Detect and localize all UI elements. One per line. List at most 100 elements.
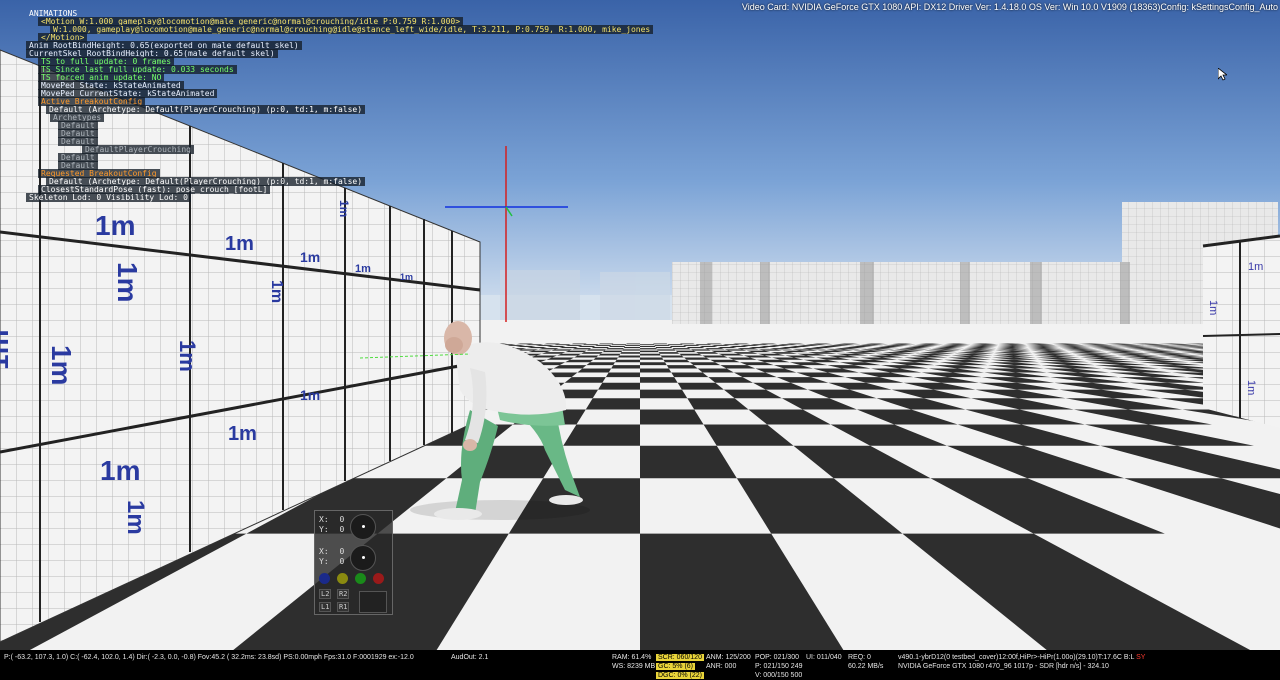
wall-measure-label: 1m bbox=[1207, 300, 1219, 315]
floor-tile bbox=[598, 353, 621, 356]
audio-out-readout: AudOut: 2.1 bbox=[451, 654, 489, 661]
floor-tile bbox=[695, 352, 719, 354]
floor-tile bbox=[682, 345, 700, 347]
dgc-readout: DGC: 0% (22) bbox=[656, 671, 704, 680]
floor-tile bbox=[574, 355, 599, 358]
wall-measure-label: 1m bbox=[355, 263, 371, 275]
floor-tile bbox=[598, 343, 614, 345]
wall-measure-label: 1m bbox=[1248, 261, 1263, 273]
floor-tile bbox=[672, 348, 691, 350]
ui-readout: UI: 011/040 bbox=[806, 654, 842, 661]
floor-tile bbox=[679, 343, 696, 345]
floor-tile bbox=[591, 347, 609, 349]
debug-line: Default bbox=[26, 129, 653, 138]
floor-tile bbox=[666, 365, 698, 369]
wall-measure-label: 1m bbox=[337, 200, 351, 217]
floor-tile bbox=[577, 368, 612, 373]
floor-tile bbox=[586, 362, 616, 366]
floor-tile bbox=[671, 372, 709, 378]
floor-tile bbox=[655, 347, 673, 349]
r1-bumper: R1 bbox=[337, 602, 350, 612]
wall-measure-label: 1m bbox=[100, 455, 140, 486]
right-stick-icon bbox=[350, 545, 376, 571]
floor-tile bbox=[602, 350, 623, 353]
r2-trigger: R2 bbox=[337, 589, 350, 599]
gc-value: GC: 5% (6) bbox=[656, 663, 696, 670]
anr-readout: ANR: 000 bbox=[706, 663, 737, 670]
left-stick-icon bbox=[350, 514, 376, 540]
floor-tile bbox=[593, 357, 619, 360]
wall-measure-label: 1m bbox=[228, 423, 257, 445]
x-label: X: bbox=[319, 547, 329, 556]
floor-tile bbox=[695, 344, 712, 346]
floor-tile bbox=[640, 389, 688, 399]
scr-value: SCR: 060/120 bbox=[656, 654, 704, 661]
right-wall: 1m 1m 1m bbox=[1202, 234, 1280, 428]
animation-debug-overlay: ANIMATIONS <Motion W:1.000 gameplay@loco… bbox=[26, 10, 654, 202]
mouse-cursor-icon bbox=[1218, 68, 1227, 81]
floor-tile bbox=[608, 346, 626, 348]
floor-tile bbox=[686, 347, 705, 349]
face-button-circle-icon bbox=[355, 573, 366, 584]
floor-tile bbox=[623, 347, 640, 349]
floor-tile bbox=[565, 359, 594, 363]
wall-measure-label: 1m bbox=[0, 330, 14, 370]
video-card-info: Video Card: NVIDIA GeForce GTX 1080 API:… bbox=[741, 2, 1278, 12]
debug-line: Archetypes bbox=[26, 113, 653, 122]
streaming-rate-readout: 60.22 MB/s bbox=[848, 663, 884, 670]
floor-tile bbox=[595, 345, 612, 347]
build-info: v490.1-ybrD12(0 testbed_cover)12:00f,HiP… bbox=[898, 653, 1145, 662]
dpad-icon bbox=[359, 591, 387, 613]
dgc-value: DGC: 0% (22) bbox=[656, 672, 704, 679]
debug-status-bar: P:( -63.2, 107.3, 1.0) C:( -62.4, 102.0,… bbox=[0, 650, 1280, 680]
floor-tile bbox=[640, 353, 661, 356]
anm-readout: ANM: 125/200 bbox=[706, 654, 751, 661]
floor-tile bbox=[699, 346, 718, 348]
debug-line: DefaultPlayerCrouching bbox=[26, 145, 653, 154]
floor-tile bbox=[585, 398, 640, 410]
floor-tile bbox=[654, 345, 670, 347]
floor-tile bbox=[618, 355, 640, 358]
l1-bumper: L1 bbox=[319, 602, 332, 612]
floor-tile bbox=[622, 349, 640, 351]
floor-tile bbox=[563, 424, 640, 446]
x-label: X: bbox=[319, 515, 329, 524]
pop-readout: POP: 021/300 bbox=[755, 654, 799, 661]
floor-tile bbox=[625, 345, 640, 347]
y-label: Y: bbox=[319, 557, 329, 566]
floor-tile bbox=[611, 365, 640, 369]
wall-measure-label: 1m bbox=[268, 280, 285, 303]
req-readout: REQ: 0 bbox=[848, 654, 871, 661]
floor-tile bbox=[640, 377, 678, 383]
floor-tile bbox=[690, 349, 712, 351]
y-label: Y: bbox=[319, 525, 329, 534]
wall-measure-label: 1m bbox=[300, 387, 320, 403]
floor-tile bbox=[667, 344, 683, 346]
wall-measure-label: 1m bbox=[95, 210, 135, 241]
floor-tile bbox=[572, 348, 592, 350]
floor-tile bbox=[605, 372, 640, 378]
floor-tile bbox=[565, 350, 587, 353]
floor-tile bbox=[669, 346, 687, 348]
l2-trigger: L2 bbox=[319, 589, 332, 599]
y-value: 0 bbox=[339, 557, 345, 566]
x-value: 0 bbox=[339, 547, 345, 556]
floor-tile bbox=[640, 409, 704, 425]
build-string: v490.1-ybrD12(0 testbed_cover)12:00f,HiP… bbox=[898, 654, 1135, 661]
ws-readout: WS: 8239 MB bbox=[612, 663, 656, 670]
face-button-triangle-icon bbox=[337, 573, 348, 584]
floor-tile bbox=[598, 382, 640, 390]
floor-tile bbox=[615, 359, 640, 363]
debug-line: Default (Archetype: Default(PlayerCrouch… bbox=[26, 105, 653, 114]
floor-tile bbox=[611, 344, 627, 346]
gpu-info: NVIDIA GeForce GTX 1080 r470_96 1017p - … bbox=[898, 663, 1109, 670]
floor-tile bbox=[577, 346, 596, 348]
y-value: 0 bbox=[339, 525, 345, 534]
floor-tile bbox=[683, 357, 711, 360]
gc-readout: GC: 5% (6) bbox=[656, 662, 696, 671]
floor-tile bbox=[653, 343, 668, 345]
debug-line: W:1.000, gameplay@locomotion@male_generi… bbox=[26, 25, 654, 34]
floor-tile bbox=[640, 346, 656, 348]
floor-tile bbox=[606, 348, 624, 350]
left-stick-readout: X: 0 Y: 0 bbox=[319, 515, 344, 535]
